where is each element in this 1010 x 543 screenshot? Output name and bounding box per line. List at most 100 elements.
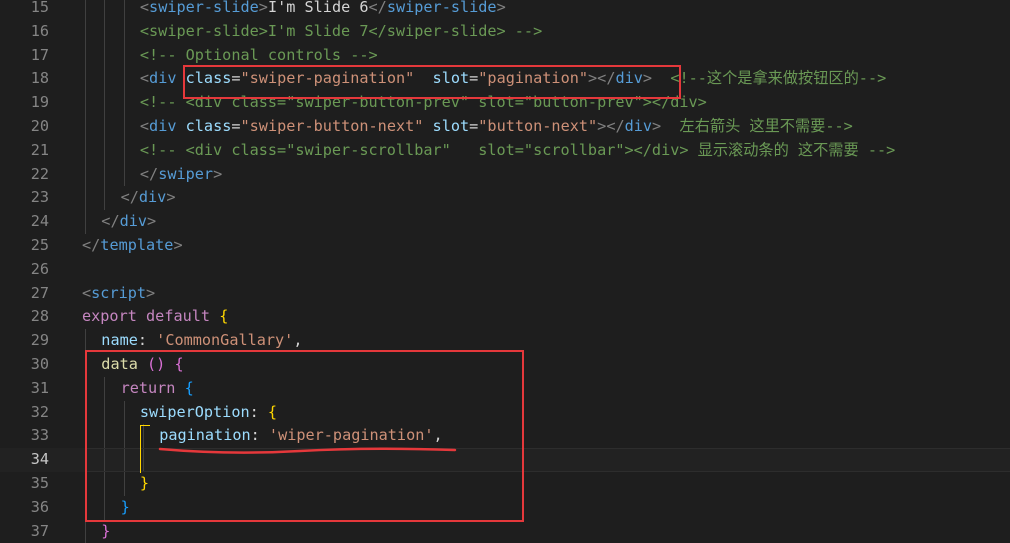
code-token: : (249, 402, 268, 421)
code-token: } (101, 521, 111, 540)
line-number: 22 (30, 164, 49, 183)
code-token: 'wiper-pagination' (268, 426, 434, 445)
code-line[interactable]: 22 </swiper> (0, 162, 1010, 187)
indent-guide (123, 162, 125, 187)
code-line[interactable]: 31 return { (0, 376, 1010, 401)
code-line[interactable]: 37} (0, 519, 1010, 543)
indent-guide (123, 448, 125, 472)
code-token: <!-- <div class="swiper-button-prev" slo… (139, 93, 707, 112)
code-line[interactable]: 23 </div> (0, 186, 1010, 211)
code-token: template (100, 235, 174, 254)
code-token: "button-next" (478, 116, 598, 135)
indent-guide (85, 186, 86, 211)
code-token: I'm Slide 6 (267, 0, 369, 16)
code-text: pagination: 'wiper-pagination', (159, 424, 442, 448)
indent-guide (104, 400, 106, 425)
indent-guide (85, 114, 86, 139)
code-text: <div class="swiper-button-next" slot="bu… (140, 115, 853, 139)
code-text: </div> (101, 210, 156, 234)
code-line[interactable]: 29 name: 'CommonGallary', (0, 329, 1010, 353)
code-token: data (101, 354, 138, 373)
code-line[interactable]: 27 <script> (0, 282, 1010, 306)
code-line[interactable]: 20 <div class="swiper-button-next" slot="… (0, 114, 1010, 139)
indent-guide (85, 471, 86, 496)
line-number: 15 (30, 0, 49, 16)
code-line[interactable]: 35} (0, 471, 1010, 496)
code-token: { (174, 354, 184, 373)
code-token: swiper (158, 164, 214, 183)
code-token: </ (597, 69, 616, 88)
indent-guide (104, 19, 106, 44)
code-token: < (82, 283, 92, 302)
code-token: , (433, 426, 443, 445)
code-token: <swiper-slide>I'm Slide 7</swiper-slide>… (139, 21, 543, 40)
indent-guide (104, 43, 106, 68)
indent-guide (85, 138, 86, 163)
code-text: </template> (82, 234, 183, 258)
line-number: 19 (30, 93, 49, 112)
code-line[interactable]: 17 <!-- Optional controls --> (0, 43, 1010, 68)
code-line[interactable]: 15 <swiper-slide>I'm Slide 6</swiper-slid… (0, 0, 1010, 20)
indent-guide (85, 424, 86, 449)
code-token: > (496, 0, 506, 16)
code-line[interactable]: 19 <!-- <div class="swiper-button-prev" s… (0, 91, 1010, 115)
code-token: > (147, 212, 157, 231)
line-number: 28 (30, 307, 49, 326)
indent-guide (85, 91, 86, 115)
code-token: </ (120, 188, 139, 207)
code-text: <!-- Optional controls --> (140, 44, 378, 68)
code-line[interactable]: 16 <swiper-slide>I'm Slide 7</swiper-slid… (0, 19, 1010, 44)
indent-guide (104, 376, 106, 401)
code-line[interactable]: 21 <!-- <div class="swiper-scrollbar" slo… (0, 138, 1010, 163)
indent-guide (104, 0, 106, 20)
code-line[interactable]: 34 (0, 448, 1010, 472)
code-token: > (166, 188, 176, 207)
code-token: < (139, 0, 150, 16)
code-line[interactable]: 24 </div> (0, 210, 1010, 234)
code-token: </ (368, 0, 387, 16)
code-line[interactable]: 30 data () { (0, 352, 1010, 377)
code-token: 左右箭头 这里不需要--> (679, 116, 853, 135)
line-number: 23 (30, 188, 49, 207)
code-token: "pagination" (478, 69, 589, 88)
code-line[interactable]: 25 </template> (0, 234, 1010, 258)
indent-guide (85, 162, 86, 187)
indent-guide (104, 138, 106, 163)
code-text: <!-- <div class="swiper-scrollbar" slot=… (140, 139, 895, 163)
code-token: > (652, 116, 662, 135)
line-number: 16 (30, 21, 49, 40)
code-token: < (139, 116, 150, 135)
line-number: 32 (30, 402, 49, 421)
code-token: > (597, 116, 607, 135)
code-token: </ (101, 212, 120, 231)
code-text: <div class="swiper-pagination" slot="pag… (140, 67, 886, 91)
code-line[interactable]: 36} (0, 495, 1010, 520)
code-line[interactable]: 28 export default { (0, 305, 1010, 329)
indent-guide (85, 448, 86, 472)
code-token: export (82, 307, 137, 326)
code-token: class (185, 69, 232, 88)
indent-guide (104, 162, 106, 187)
code-line[interactable]: 32 swiperOption: { (0, 400, 1010, 425)
code-line[interactable]: 18 <div class="swiper-pagination" slot="p… (0, 67, 1010, 92)
indent-guide (142, 448, 144, 472)
code-token: { (184, 378, 194, 397)
indent-guide (104, 114, 106, 139)
code-token: > (588, 69, 598, 88)
code-text: export default { (82, 305, 228, 329)
code-token: div (624, 116, 653, 135)
code-line[interactable]: 33 pagination: 'wiper-pagination', (0, 424, 1010, 449)
code-line[interactable]: 26 (0, 258, 1010, 282)
indent-guide (104, 186, 106, 211)
code-token: <!--这个是拿来做按钮区的--> (670, 69, 887, 88)
code-token: } (139, 473, 150, 492)
code-token: "swiper-pagination" (240, 69, 415, 88)
indent-guide (104, 67, 106, 92)
code-editor[interactable]: 15 <swiper-slide>I'm Slide 6</swiper-slid… (0, 0, 1010, 543)
code-text: } (140, 472, 149, 496)
code-text: data () { (101, 353, 183, 377)
line-number: 25 (30, 235, 49, 254)
code-token: > (146, 283, 156, 302)
